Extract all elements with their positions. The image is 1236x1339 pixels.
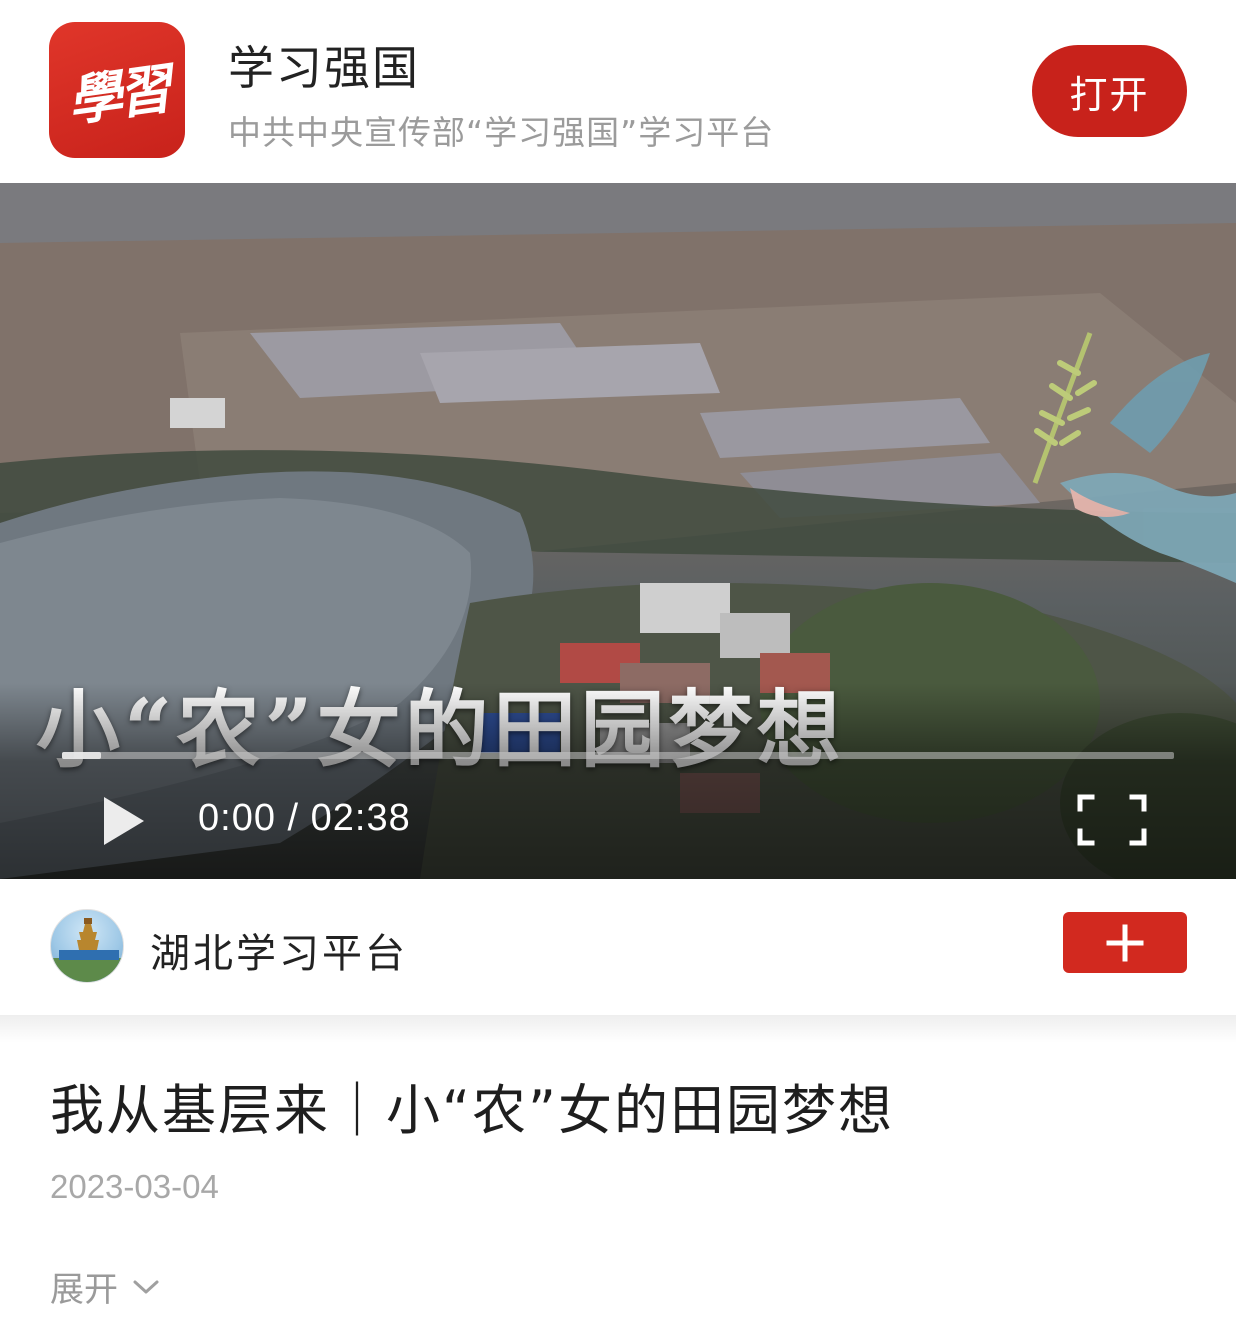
channel-avatar[interactable] xyxy=(50,909,124,983)
expand-label: 展开 xyxy=(50,1270,118,1310)
video-controls-gradient xyxy=(0,683,1236,879)
video-player[interactable]: 小“农”女的田园梦想 0:00 / 02:38 xyxy=(0,183,1236,879)
app-name: 学习强国 xyxy=(228,41,420,95)
app-download-banner: 學習 学习强国 中共中央宣传部“学习强国”学习平台 打开 xyxy=(0,0,1236,182)
open-app-button[interactable]: 打开 xyxy=(1032,45,1187,137)
app-logo-text: 學習 xyxy=(63,55,172,134)
plus-icon xyxy=(1106,924,1144,961)
expand-button[interactable]: 展开 xyxy=(50,1262,160,1311)
video-time-display: 0:00 / 02:38 xyxy=(198,797,411,839)
app-logo[interactable]: 學習 xyxy=(49,22,185,158)
chevron-down-icon xyxy=(133,1280,159,1293)
follow-button[interactable] xyxy=(1063,912,1187,973)
channel-name[interactable]: 湖北学习平台 xyxy=(150,921,408,979)
channel-row: 湖北学习平台 xyxy=(0,879,1236,1015)
video-progress-fill xyxy=(62,752,101,759)
fullscreen-icon[interactable] xyxy=(1076,793,1148,847)
article-title: 我从基层来｜小“农”女的田园梦想 xyxy=(50,1079,894,1142)
play-icon[interactable] xyxy=(98,793,150,849)
video-progress-bar[interactable] xyxy=(62,752,1174,759)
section-divider xyxy=(0,1015,1236,1043)
channel-avatar-image xyxy=(51,918,123,982)
article-date: 2023-03-04 xyxy=(50,1168,219,1205)
app-description: 中共中央宣传部“学习强国”学习平台 xyxy=(228,113,775,152)
